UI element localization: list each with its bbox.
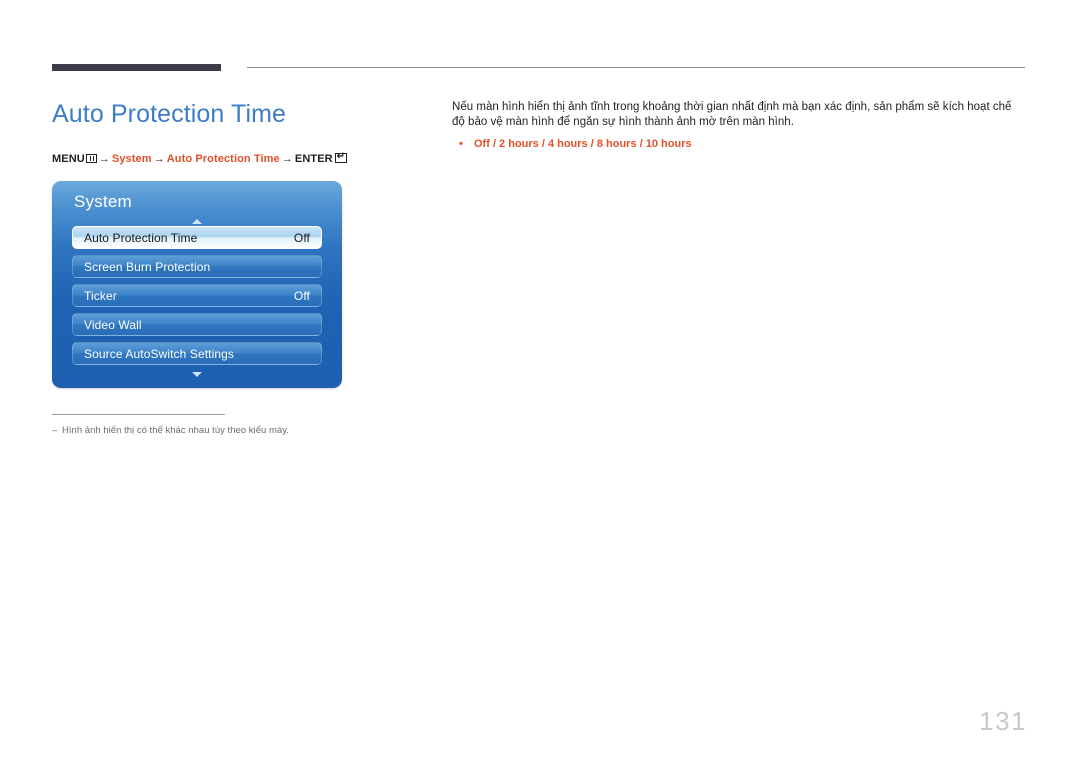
page-title: Auto Protection Time xyxy=(52,100,287,128)
breadcrumb-arrow-3: → xyxy=(281,153,293,165)
header-rule-thick xyxy=(52,64,221,71)
osd-row-video-wall[interactable]: Video Wall xyxy=(72,313,322,336)
osd-row-screen-burn-protection[interactable]: Screen Burn Protection xyxy=(72,255,322,278)
osd-row-label: Source AutoSwitch Settings xyxy=(84,346,235,361)
bullet-icon: • xyxy=(459,138,463,150)
breadcrumb-step-feature: Auto Protection Time xyxy=(166,153,280,165)
osd-row-source-autoswitch-settings[interactable]: Source AutoSwitch Settings xyxy=(72,342,322,365)
osd-row-ticker[interactable]: Ticker Off xyxy=(72,284,322,307)
breadcrumb: MENU → System → Auto Protection Time → ENTER xyxy=(52,151,347,167)
description-paragraph: Nếu màn hình hiển thị ảnh tĩnh trong kho… xyxy=(452,101,1012,128)
breadcrumb-menu-label: MENU xyxy=(52,153,85,165)
options-list-text: Off / 2 hours / 4 hours / 8 hours / 10 h… xyxy=(474,138,692,150)
osd-menu-list: Auto Protection Time Off Screen Burn Pro… xyxy=(72,226,322,371)
page-number: 131 xyxy=(979,706,1027,736)
breadcrumb-enter-label: ENTER xyxy=(294,153,333,165)
osd-row-auto-protection-time[interactable]: Auto Protection Time Off xyxy=(72,226,322,249)
description-column: Nếu màn hình hiển thị ảnh tĩnh trong kho… xyxy=(452,100,1027,152)
breadcrumb-step-system: System xyxy=(111,153,152,165)
options-bullet-line: • Off / 2 hours / 4 hours / 8 hours / 10… xyxy=(452,137,1027,152)
osd-row-value: Off xyxy=(293,230,310,245)
breadcrumb-arrow-1: → xyxy=(98,153,110,165)
chevron-down-icon[interactable] xyxy=(192,372,202,377)
header-rule-thin xyxy=(247,67,1025,68)
breadcrumb-arrow-2: → xyxy=(153,153,165,165)
footnote-divider xyxy=(52,414,225,415)
menu-grid-icon xyxy=(85,154,97,163)
osd-row-label: Video Wall xyxy=(84,317,142,332)
footnote-text: Hình ảnh hiển thị có thể khác nhau tùy t… xyxy=(62,425,289,436)
osd-system-menu-panel: System Auto Protection Time Off Screen B… xyxy=(52,181,342,388)
enter-key-icon xyxy=(334,151,347,163)
osd-row-label: Auto Protection Time xyxy=(84,230,198,245)
osd-panel-title: System xyxy=(74,192,132,211)
osd-row-value: Off xyxy=(293,288,310,303)
osd-row-label: Screen Burn Protection xyxy=(84,259,211,274)
document-page: Auto Protection Time MENU → System → Auto Pr… xyxy=(0,0,1080,763)
footnote: ‒ Hình ảnh hiển thị có thể khác nhau tùy … xyxy=(52,424,472,438)
osd-row-label: Ticker xyxy=(84,288,117,303)
chevron-up-icon[interactable] xyxy=(192,219,202,224)
footnote-dash: ‒ xyxy=(52,425,58,436)
